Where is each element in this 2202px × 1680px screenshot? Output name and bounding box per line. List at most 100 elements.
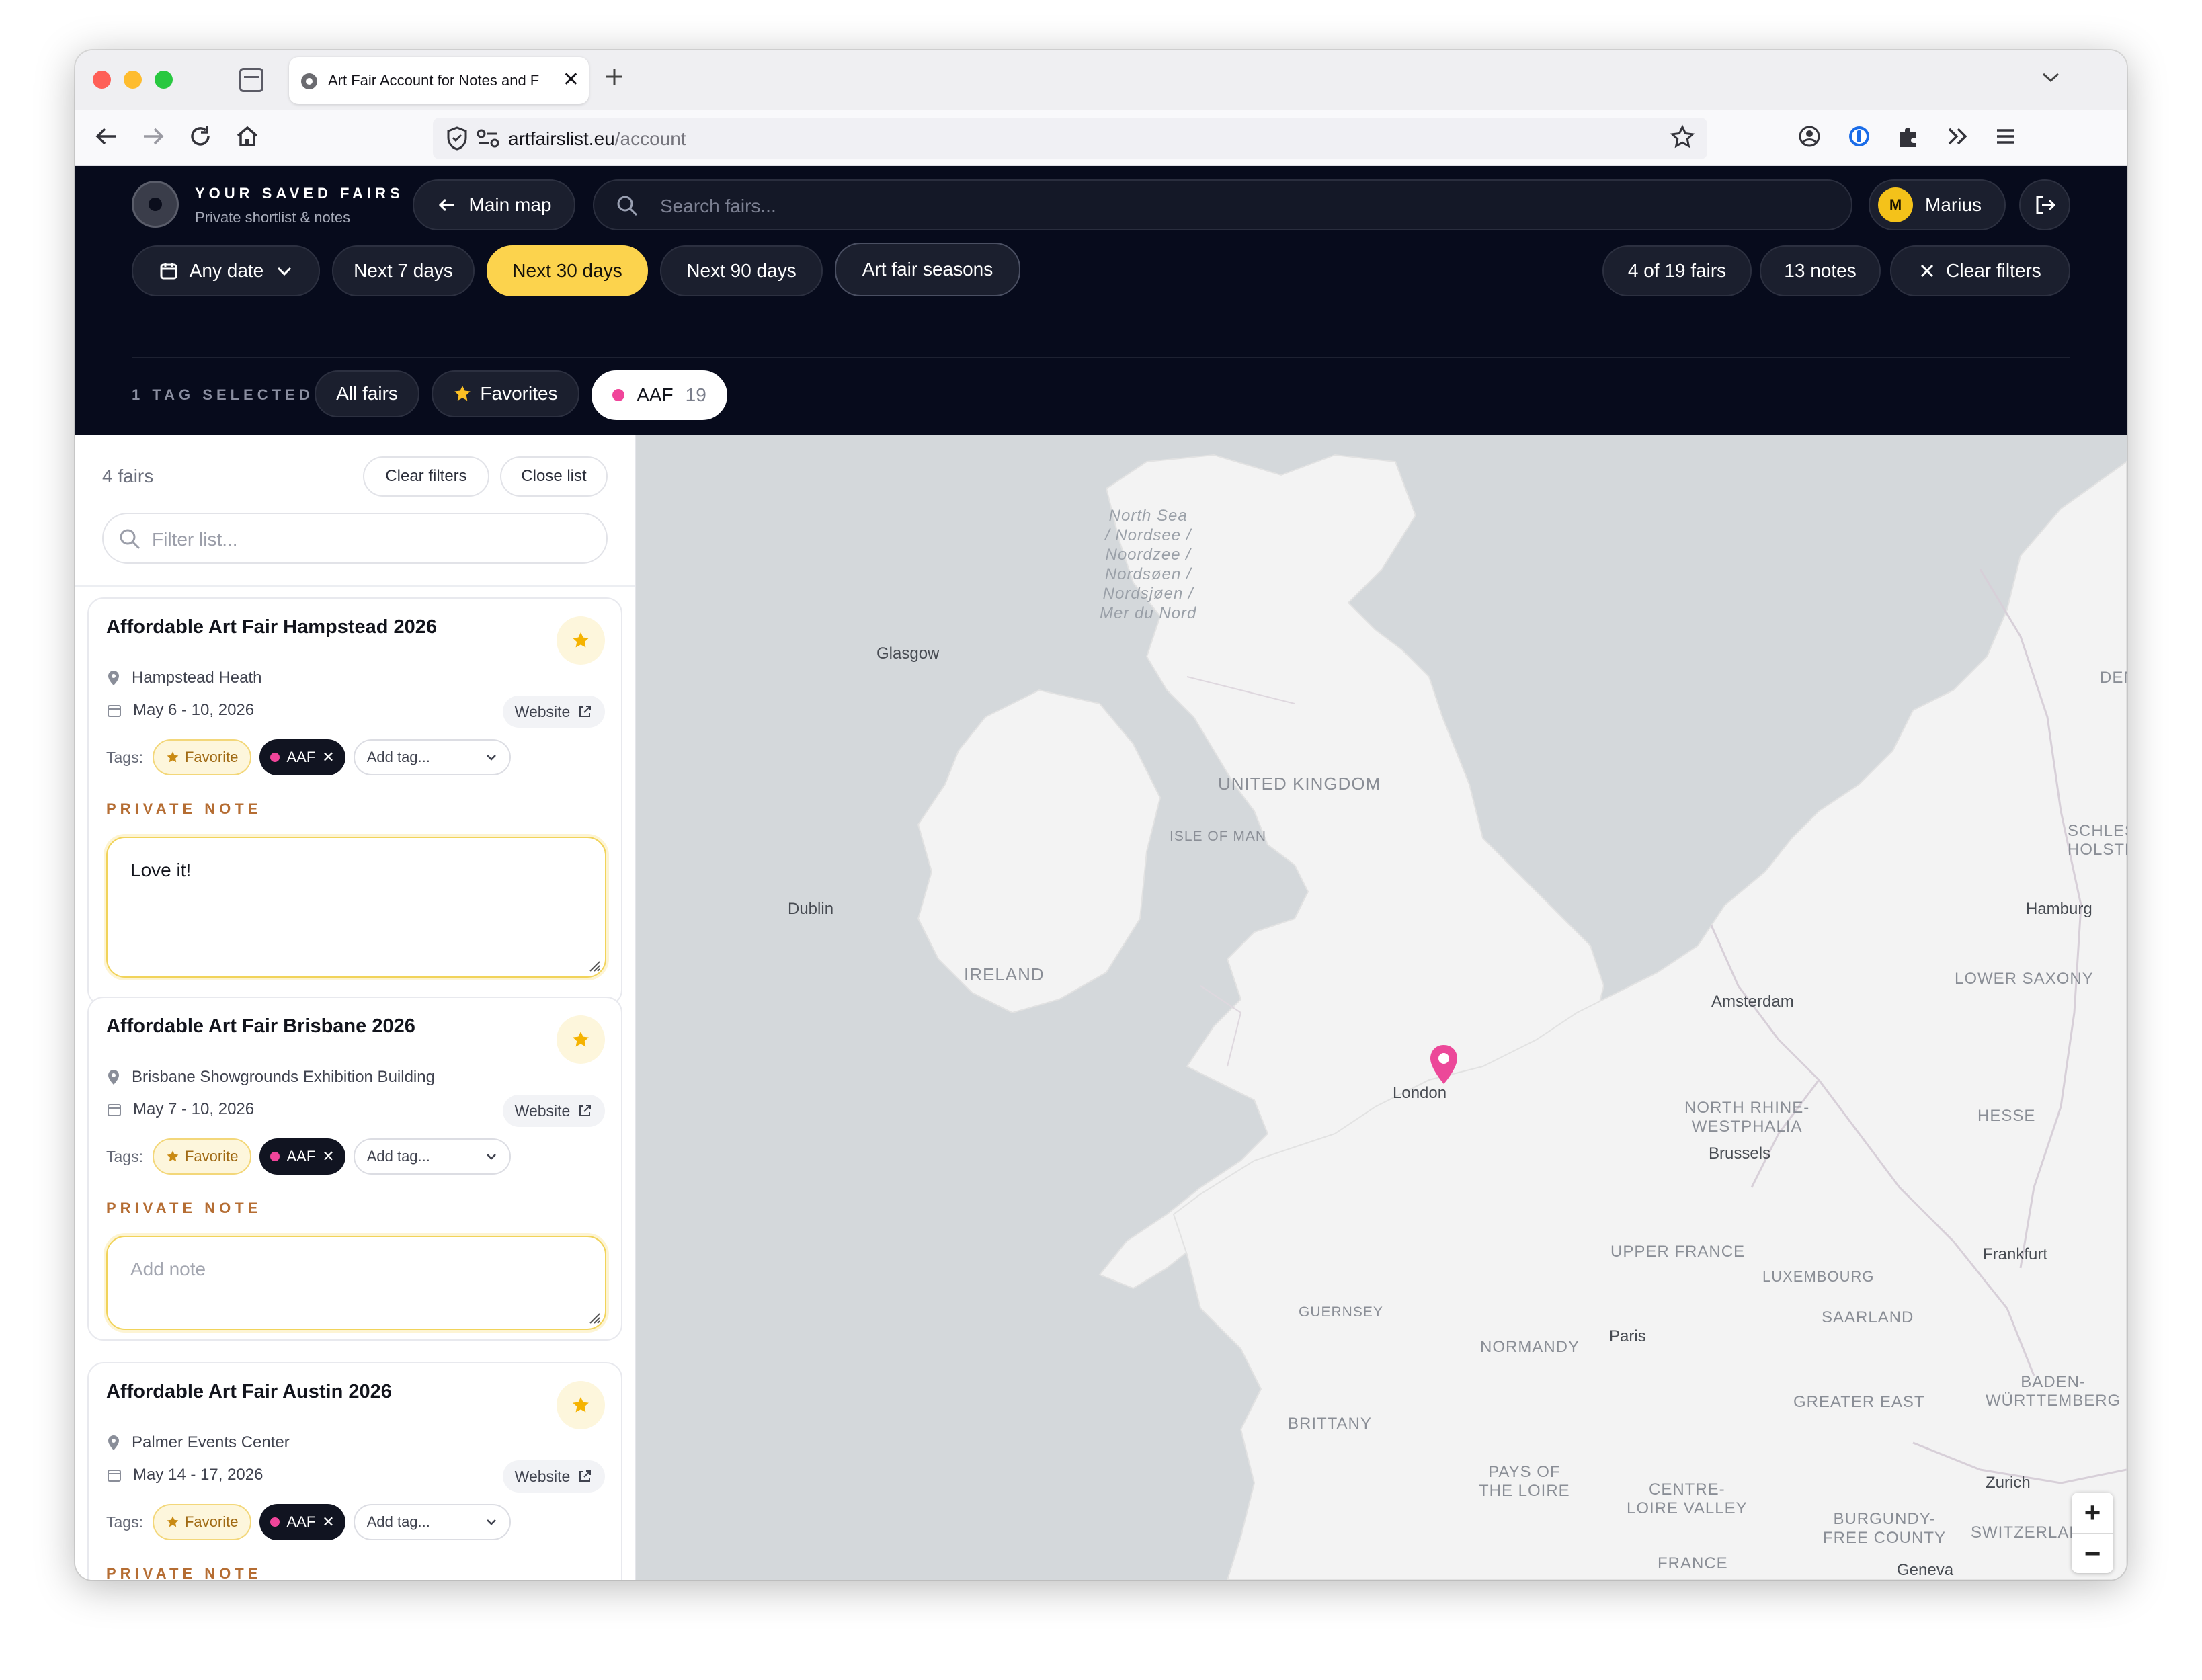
extensions-puzzle-icon[interactable] xyxy=(1894,123,1921,157)
city-label-paris[interactable]: Paris xyxy=(1609,1327,1646,1346)
private-note-textarea[interactable]: Add note xyxy=(106,1236,606,1330)
aaf-chip-label: AAF xyxy=(286,1148,316,1165)
region-label-centre-loire-valley: CENTRE- LOIRE VALLEY xyxy=(1627,1480,1748,1517)
tag-aaf-selected[interactable]: AAF 19 xyxy=(592,370,727,420)
fair-venue: Palmer Events Center xyxy=(106,1433,290,1452)
next-90-days-button[interactable]: Next 90 days xyxy=(660,245,823,296)
new-tab-button[interactable] xyxy=(604,65,625,92)
aaf-chip[interactable]: AAF ✕ xyxy=(259,1138,345,1175)
account-icon[interactable] xyxy=(1796,123,1823,157)
favorite-chip[interactable]: Favorite xyxy=(152,1504,252,1540)
back-arrow-icon[interactable] xyxy=(93,123,120,157)
remove-tag-icon[interactable]: ✕ xyxy=(322,749,334,766)
tag-favorites[interactable]: Favorites xyxy=(432,370,579,417)
city-label-amsterdam[interactable]: Amsterdam xyxy=(1711,993,1794,1011)
next-7-days-button[interactable]: Next 7 days xyxy=(332,245,475,296)
hamburger-menu-icon[interactable] xyxy=(1992,123,2019,157)
close-window-button[interactable] xyxy=(93,71,111,89)
next-7-days-label: Next 7 days xyxy=(354,260,453,281)
any-date-dropdown[interactable]: Any date xyxy=(132,245,320,296)
tag-all-fairs[interactable]: All fairs xyxy=(315,370,419,417)
browser-tab[interactable]: Art Fair Account for Notes and F ✕ xyxy=(289,57,589,104)
aaf-chip[interactable]: AAF ✕ xyxy=(259,739,345,775)
remove-tag-icon[interactable]: ✕ xyxy=(322,1148,334,1165)
permissions-icon[interactable] xyxy=(476,127,500,150)
fair-dates: May 6 - 10, 2026 xyxy=(106,701,254,720)
private-note-textarea[interactable]: Love it! xyxy=(106,837,606,978)
calendar-icon xyxy=(108,1470,121,1482)
city-label-frankfurt[interactable]: Frankfurt xyxy=(1983,1245,2047,1264)
minimize-window-button[interactable] xyxy=(124,71,142,89)
website-link[interactable]: Website xyxy=(503,1460,605,1493)
add-tag-select[interactable]: Add tag... xyxy=(353,1504,511,1540)
more-tools-chevrons-icon[interactable] xyxy=(1944,123,1971,157)
zoom-in-button[interactable]: + xyxy=(2072,1493,2113,1533)
clear-filters-button[interactable]: Clear filters xyxy=(1890,245,2070,296)
fair-location-marker-icon[interactable] xyxy=(1428,1044,1460,1087)
city-label-london[interactable]: London xyxy=(1393,1084,1446,1103)
forward-arrow-icon[interactable] xyxy=(140,123,167,157)
art-fair-seasons-label: Art fair seasons xyxy=(862,259,993,280)
zoom-out-button[interactable]: − xyxy=(2072,1533,2113,1573)
website-link[interactable]: Website xyxy=(503,696,605,728)
site-favicon-icon xyxy=(301,73,317,89)
maximize-window-button[interactable] xyxy=(155,71,173,89)
tab-list-chevron-icon[interactable] xyxy=(2041,68,2061,89)
website-link[interactable]: Website xyxy=(503,1095,605,1127)
sidebar-clear-filters-button[interactable]: Clear filters xyxy=(363,456,489,497)
resize-grip-icon[interactable] xyxy=(585,1308,601,1325)
home-icon[interactable] xyxy=(234,123,261,157)
search-placeholder: Search fairs... xyxy=(660,196,776,216)
private-note-label: PRIVATE NOTE xyxy=(106,1565,262,1580)
favorite-chip[interactable]: Favorite xyxy=(152,739,252,775)
city-label-brussels[interactable]: Brussels xyxy=(1709,1144,1770,1163)
address-bar[interactable]: artfairslist.eu/account xyxy=(433,118,1707,159)
fair-title[interactable]: Affordable Art Fair Austin 2026 xyxy=(106,1381,392,1403)
tab-close-icon[interactable]: ✕ xyxy=(563,68,579,92)
bookmark-star-icon[interactable] xyxy=(1670,124,1695,157)
city-label-hamburg-visible[interactable]: Hamburg xyxy=(2026,900,2092,919)
tracking-shield-icon[interactable] xyxy=(445,126,469,151)
favorite-toggle[interactable] xyxy=(557,1015,605,1064)
tag-color-dot xyxy=(612,389,625,401)
city-label-geneva[interactable]: Geneva xyxy=(1897,1561,1953,1580)
fair-title[interactable]: Affordable Art Fair Brisbane 2026 xyxy=(106,1015,415,1038)
user-menu-button[interactable]: M Marius xyxy=(1869,179,2006,230)
calendar-icon xyxy=(108,705,121,717)
calendar-icon xyxy=(160,263,177,280)
fair-card[interactable]: Affordable Art Fair Brisbane 2026 Brisba… xyxy=(87,997,622,1341)
map-view[interactable]: North Sea / Nordsee / Noordzee / Nordsøen /… xyxy=(636,435,2127,1580)
search-input[interactable]: Search fairs... xyxy=(593,179,1852,230)
fair-card[interactable]: Affordable Art Fair Austin 2026 Palmer E… xyxy=(87,1362,622,1580)
favorite-toggle[interactable] xyxy=(557,1381,605,1429)
url-text[interactable]: artfairslist.eu/account xyxy=(508,128,686,150)
reload-icon[interactable] xyxy=(187,123,214,157)
art-fair-seasons-button[interactable]: Art fair seasons xyxy=(835,243,1020,296)
fairs-count-label: 4 of 19 fairs xyxy=(1627,260,1727,281)
resize-grip-icon[interactable] xyxy=(585,956,601,972)
aaf-chip[interactable]: AAF ✕ xyxy=(259,1504,345,1540)
filter-list-input[interactable]: Filter list... xyxy=(102,513,608,564)
logout-button[interactable] xyxy=(2019,179,2070,230)
add-tag-select[interactable]: Add tag... xyxy=(353,739,511,775)
add-tag-select[interactable]: Add tag... xyxy=(353,1138,511,1175)
close-list-button[interactable]: Close list xyxy=(500,456,608,497)
next-30-days-button[interactable]: Next 30 days xyxy=(487,245,648,296)
private-note-label: PRIVATE NOTE xyxy=(106,800,262,817)
city-label-zurich[interactable]: Zurich xyxy=(1986,1474,2031,1493)
remove-tag-icon[interactable]: ✕ xyxy=(322,1513,334,1531)
tag-aaf-count: 19 xyxy=(685,384,706,405)
fairs-count-badge: 4 of 19 fairs xyxy=(1602,245,1752,296)
fair-title[interactable]: Affordable Art Fair Hampstead 2026 xyxy=(106,616,437,638)
notes-count-badge[interactable]: 13 notes xyxy=(1760,245,1881,296)
password-manager-extension-icon[interactable] xyxy=(1846,123,1873,157)
city-label-dublin[interactable]: Dublin xyxy=(788,900,833,919)
favorite-toggle[interactable] xyxy=(557,616,605,665)
tags-row: Tags: Favorite AAF ✕ Add tag... xyxy=(106,739,511,776)
favorite-chip[interactable]: Favorite xyxy=(152,1138,252,1175)
favorite-chip-label: Favorite xyxy=(184,1148,239,1165)
main-map-button[interactable]: Main map xyxy=(413,179,575,230)
tab-overview-icon[interactable] xyxy=(239,68,263,92)
fair-card[interactable]: Affordable Art Fair Hampstead 2026 Hamps… xyxy=(87,597,622,1006)
city-label-glasgow[interactable]: Glasgow xyxy=(876,644,939,663)
